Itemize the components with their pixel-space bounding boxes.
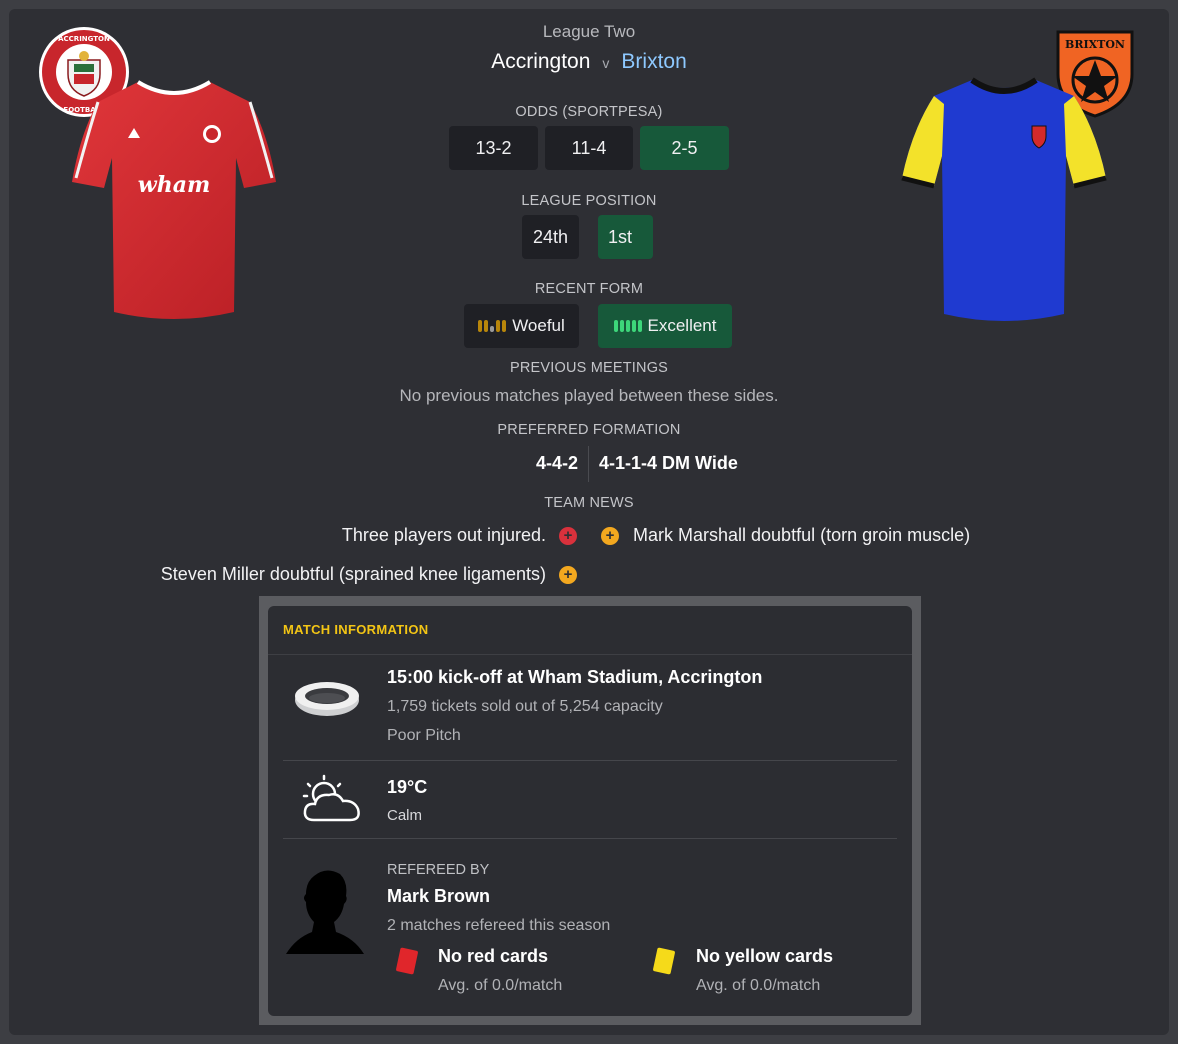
fixture-title: Accrington v Brixton [0, 50, 1178, 74]
yellow-card-icon [653, 947, 675, 975]
away-form-bars-icon [613, 320, 642, 332]
home-news-text: Steven Miller doubtful (sprained knee li… [160, 564, 546, 584]
away-form-text: Excellent [647, 316, 717, 335]
team-news-label: TEAM NEWS [544, 495, 634, 511]
odds-draw[interactable]: 11-4 [545, 126, 633, 170]
row-divider [283, 760, 897, 761]
ticket-sales: 1,759 tickets sold out of 5,254 capacity [387, 698, 663, 715]
league-position-label: LEAGUE POSITION [521, 193, 657, 209]
refereed-by-label: REFEREED BY [387, 862, 490, 878]
home-team-link[interactable]: Accrington [491, 50, 590, 74]
previous-meetings-label: PREVIOUS MEETINGS [509, 360, 669, 376]
away-formation[interactable]: 4-1-1-4 DM Wide [599, 453, 738, 474]
recent-form-label: RECENT FORM [534, 281, 644, 297]
home-formation[interactable]: 4-4-2 [480, 453, 578, 474]
away-news-item[interactable]: + Mark Marshall doubtful (torn groin mus… [601, 525, 970, 546]
doubtful-icon: + [559, 565, 577, 584]
home-league-position[interactable]: 24th [522, 215, 579, 259]
formation-divider [588, 446, 589, 482]
away-news-text: Mark Marshall doubtful (torn groin muscl… [633, 525, 971, 545]
wind-condition: Calm [387, 807, 423, 824]
referee-name[interactable]: Mark Brown [387, 886, 490, 907]
match-info-title: MATCH INFORMATION [283, 622, 429, 637]
injury-icon: + [559, 526, 577, 545]
odds-home[interactable]: 13-2 [449, 126, 538, 170]
versus-label: v [602, 55, 610, 71]
preferred-formation-label: PREFERRED FORMATION [497, 422, 681, 438]
red-cards-average: Avg. of 0.0/match [438, 977, 563, 994]
home-recent-form[interactable]: Woeful [464, 304, 579, 348]
red-card-icon [396, 947, 418, 975]
away-team-link[interactable]: Brixton [621, 50, 686, 74]
row-divider [283, 838, 897, 839]
venue-kickoff[interactable]: 15:00 kick-off at Wham Stadium, Accringt… [387, 667, 762, 688]
away-recent-form[interactable]: Excellent [598, 304, 732, 348]
match-info-card: MATCH INFORMATION 15:00 kick-off at Wham… [268, 606, 912, 1016]
home-news-item[interactable]: Three players out injured. + [342, 525, 577, 546]
away-league-position[interactable]: 1st [598, 215, 653, 259]
pitch-condition: Poor Pitch [387, 727, 461, 744]
home-news-text: Three players out injured. [341, 525, 546, 545]
referee-matches: 2 matches refereed this season [387, 917, 611, 934]
odds-away[interactable]: 2-5 [640, 126, 729, 170]
card-header-divider [268, 654, 912, 655]
referee-silhouette-icon[interactable] [284, 866, 368, 956]
yellow-cards-summary: No yellow cards [696, 946, 834, 966]
temperature: 19°C [387, 777, 428, 797]
home-form-text: Woeful [512, 316, 565, 335]
home-news-item[interactable]: Steven Miller doubtful (sprained knee li… [161, 564, 577, 585]
doubtful-icon: + [601, 526, 619, 545]
stadium-icon [295, 682, 359, 716]
competition-name[interactable]: League Two [0, 22, 1178, 42]
yellow-cards-average: Avg. of 0.0/match [696, 977, 821, 994]
previous-meetings-text: No previous matches played between these… [399, 386, 779, 405]
odds-label: ODDS (SPORTPESA) [515, 104, 663, 120]
red-cards-summary: No red cards [438, 946, 549, 966]
partly-cloudy-icon [302, 774, 360, 822]
home-form-bars-icon [478, 320, 507, 332]
